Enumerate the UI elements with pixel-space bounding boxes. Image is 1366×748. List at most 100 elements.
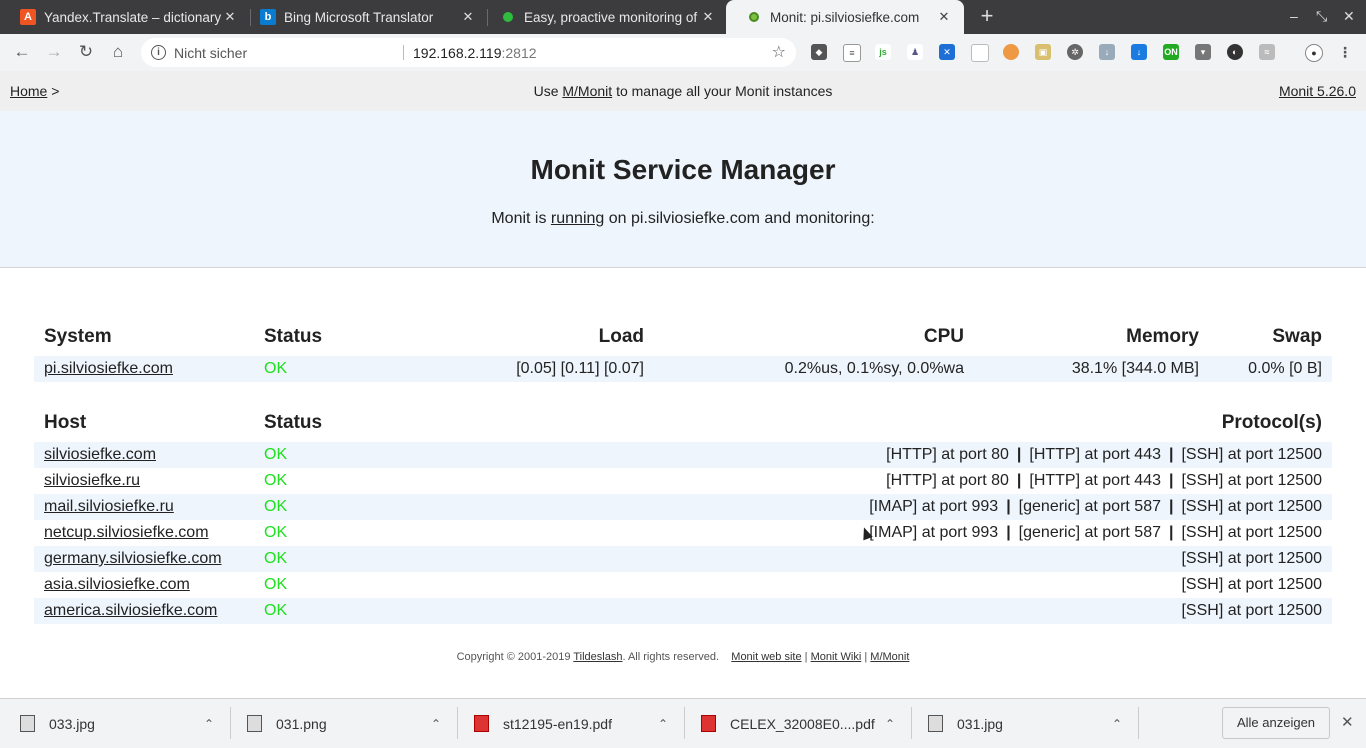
shield-icon[interactable]: ▾ <box>1195 44 1211 60</box>
reload-icon[interactable]: ↻ <box>75 41 97 63</box>
home-icon[interactable]: ⌂ <box>107 41 129 63</box>
image-file-icon <box>20 715 35 732</box>
ublock-shield-icon[interactable]: ◆ <box>811 44 827 60</box>
chevron-up-icon[interactable]: ⌃ <box>1112 717 1122 731</box>
url-host: 192.168.2.119 <box>413 45 502 61</box>
download-divider <box>1138 707 1139 739</box>
js-icon[interactable]: js <box>875 44 891 60</box>
tab-bing-translator[interactable]: b Bing Microsoft Translator ✕ <box>240 0 488 34</box>
tab-strip: A Yandex.Translate – dictionary ✕ b Bing… <box>0 0 1366 34</box>
address-bar[interactable]: i Nicht sicher 192.168.2.119:2812 ☆ <box>141 38 796 67</box>
mmonit-link[interactable]: M/Monit <box>562 83 612 99</box>
tab-easy-monitoring[interactable]: Easy, proactive monitoring of ✕ <box>480 0 728 34</box>
monit-icon <box>746 9 762 25</box>
menu-dots-icon[interactable]: ⋮ <box>1337 44 1353 60</box>
download-item[interactable]: st12195-en19.pdf ⌃ <box>454 699 684 748</box>
host-name-link[interactable]: silviosiefke.com <box>44 446 156 463</box>
column-header-cpu: CPU <box>923 326 964 347</box>
status-summary: Monit is running on pi.silviosiefke.com … <box>0 210 1366 228</box>
download-item[interactable]: CELEX_32008E0....pdf ⌃ <box>681 699 911 748</box>
chevron-up-icon[interactable]: ⌃ <box>658 717 668 731</box>
blank-extension-icon[interactable] <box>971 44 989 62</box>
close-tab-icon[interactable]: ✕ <box>700 9 716 25</box>
download-item[interactable]: 031.png ⌃ <box>227 699 457 748</box>
protocol-divider: | <box>1016 472 1022 489</box>
translate-extension-icon[interactable]: ✕ <box>939 44 955 60</box>
protocol: [generic] at port 587 <box>1018 524 1161 541</box>
privacy-icon[interactable]: ◐ <box>1227 44 1243 60</box>
bing-icon: b <box>260 9 276 25</box>
minimize-icon[interactable]: – <box>1290 8 1298 24</box>
promo-prefix: Use <box>533 83 559 99</box>
back-arrow-icon[interactable]: ← <box>11 41 33 63</box>
info-icon[interactable]: i <box>151 45 166 60</box>
protocol: [SSH] at port 12500 <box>1181 576 1322 593</box>
load-value: [0.05] [0.11] [0.07] <box>404 356 654 382</box>
pdf-file-icon <box>474 715 489 732</box>
summary-prefix: Monit is <box>491 210 547 227</box>
yandex-translate-icon: A <box>20 9 36 25</box>
protocols-cell: [SSH] at port 12500 <box>404 546 1332 572</box>
protocol: [SSH] at port 12500 <box>1181 472 1322 489</box>
close-shelf-icon[interactable]: ✕ <box>1341 713 1354 731</box>
close-tab-icon[interactable]: ✕ <box>460 9 476 25</box>
host-name-link[interactable]: silviosiefke.ru <box>44 472 140 489</box>
reader-icon[interactable]: ≡ <box>843 44 861 62</box>
host-name-link[interactable]: germany.silviosiefke.com <box>44 550 222 567</box>
sync-icon[interactable]: ≈ <box>1259 44 1275 60</box>
person-icon[interactable]: ♟ <box>907 44 923 60</box>
download-filename: st12195-en19.pdf <box>503 715 612 732</box>
running-link[interactable]: running <box>551 210 604 227</box>
chevron-up-icon[interactable]: ⌃ <box>431 717 441 731</box>
forward-arrow-icon[interactable]: → <box>43 41 65 63</box>
profile-avatar-icon[interactable]: ● <box>1305 44 1323 62</box>
column-header-status: Status <box>264 412 323 433</box>
column-header-memory: Memory <box>1126 326 1199 347</box>
summary-suffix: on pi.silviosiefke.com and monitoring: <box>608 210 875 227</box>
on-toggle-icon[interactable]: ON <box>1163 44 1179 60</box>
page-footer: Copyright © 2001-2019 Tildeslash. All ri… <box>456 651 910 663</box>
security-label[interactable]: Nicht sicher <box>174 45 247 61</box>
host-name-link[interactable]: asia.silviosiefke.com <box>44 576 190 593</box>
browser-toolbar: ← → ↻ ⌂ i Nicht sicher 192.168.2.119:281… <box>0 34 1366 72</box>
new-tab-button[interactable]: + <box>976 5 998 27</box>
status-ok: OK <box>254 356 404 382</box>
status-ok: OK <box>264 576 288 593</box>
column-header-load: Load <box>598 326 644 347</box>
protocol: [SSH] at port 12500 <box>1181 446 1322 463</box>
monit-website-link[interactable]: Monit web site <box>731 651 801 663</box>
monit-version-link[interactable]: Monit 5.26.0 <box>1279 83 1356 99</box>
status-ok: OK <box>254 598 404 624</box>
image-icon[interactable]: ▣ <box>1035 44 1051 60</box>
host-name-link[interactable]: america.silviosiefke.com <box>44 602 217 619</box>
system-name-link[interactable]: pi.silviosiefke.com <box>44 360 173 377</box>
image-file-icon <box>247 715 262 732</box>
mmonit-footer-link[interactable]: M/Monit <box>870 651 909 663</box>
download-item[interactable]: 031.jpg ⌃ <box>908 699 1138 748</box>
tildeslash-link[interactable]: Tildeslash <box>573 651 622 663</box>
download-item[interactable]: 033.jpg ⌃ <box>0 699 230 748</box>
status-ok: OK <box>254 442 404 468</box>
protocol: [generic] at port 587 <box>1018 498 1161 515</box>
close-window-icon[interactable]: ✕ <box>1343 8 1355 25</box>
download-manager-icon[interactable]: ↓ <box>1131 44 1147 60</box>
hero-section: Monit Service Manager Monit is running o… <box>0 111 1366 268</box>
chevron-up-icon[interactable]: ⌃ <box>885 717 895 731</box>
chevron-up-icon[interactable]: ⌃ <box>204 717 214 731</box>
close-tab-icon[interactable]: ✕ <box>222 9 238 25</box>
mmonit-promo: Use M/Monit to manage all your Monit ins… <box>0 83 1366 99</box>
protocol-divider: | <box>1016 446 1022 463</box>
monit-wiki-link[interactable]: Monit Wiki <box>811 651 862 663</box>
tab-yandex-translate[interactable]: A Yandex.Translate – dictionary ✕ <box>0 0 250 34</box>
host-name-link[interactable]: mail.silviosiefke.ru <box>44 498 174 515</box>
host-name-link[interactable]: netcup.silviosiefke.com <box>44 524 209 541</box>
gear-extension-icon[interactable]: ✲ <box>1067 44 1083 60</box>
url-text[interactable]: 192.168.2.119:2812 <box>413 45 537 61</box>
download-arrow-icon[interactable]: ↓ <box>1099 44 1115 60</box>
color-wheel-icon[interactable] <box>1003 44 1019 60</box>
restore-icon[interactable]: ⤡ <box>1316 8 1327 25</box>
show-all-downloads-button[interactable]: Alle anzeigen <box>1222 707 1330 739</box>
bookmark-star-icon[interactable]: ☆ <box>772 42 786 62</box>
close-tab-icon[interactable]: ✕ <box>936 9 952 25</box>
tab-monit[interactable]: Monit: pi.silviosiefke.com ✕ <box>726 0 964 34</box>
